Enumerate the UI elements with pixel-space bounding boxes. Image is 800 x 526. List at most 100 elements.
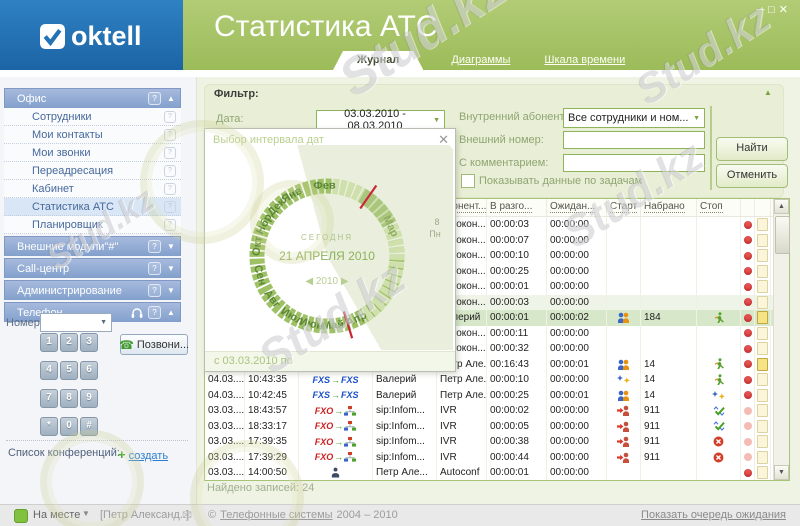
column-header[interactable]: Старт	[607, 199, 641, 216]
mail-icon[interactable]: ✉	[182, 508, 192, 522]
help-icon[interactable]: ?	[148, 92, 161, 105]
column-header[interactable]: Ожидан...	[547, 199, 607, 216]
keypad-button-5[interactable]: 5	[60, 361, 78, 380]
date-ring[interactable]: Янв Фев Мар Апр Май Июн Июл Авг Сен Окт Нбр Дек СЕГО…	[205, 145, 453, 350]
internal-subscriber-combobox[interactable]: Все сотрудники и ном... ▼	[563, 108, 705, 128]
table-row[interactable]: 03.03.... 18:43:57 FXO → sip:Infom... IVR 00:0…	[205, 403, 774, 419]
table-row[interactable]: 04.03.... 10:42:45 FXS → FXS Валерий Петр Але.…	[205, 387, 774, 403]
sidebar-group-офис[interactable]: Офис? ▲	[4, 88, 181, 108]
keypad-button-7[interactable]: 7	[40, 389, 58, 408]
keypad-button-4[interactable]: 4	[40, 361, 58, 380]
help-icon[interactable]: ?	[164, 200, 176, 213]
search-button[interactable]: Найти	[716, 137, 788, 161]
chevron-up-icon[interactable]: ▲	[166, 308, 176, 317]
cell-a2: IVR	[437, 403, 487, 419]
cell-d: 03.03....	[205, 465, 245, 480]
cell-rec	[741, 341, 755, 357]
help-icon[interactable]: ?	[148, 284, 161, 297]
column-header[interactable]	[755, 199, 771, 216]
minimize-button[interactable]: ─	[756, 4, 768, 16]
sidebar-item-планировщик[interactable]: Планировщик?	[4, 216, 181, 234]
cell-num	[641, 465, 697, 480]
keypad-button-8[interactable]: 8	[60, 389, 78, 408]
tab-diagrams[interactable]: Диаграммы	[445, 51, 516, 70]
tab-journal[interactable]: Журнал	[333, 51, 423, 70]
keypad-button-#[interactable]: #	[80, 417, 98, 436]
column-header[interactable]	[741, 199, 755, 216]
cell-talk: 00:00:03	[487, 294, 547, 310]
sidebar-item-мои-контакты[interactable]: Мои контакты?	[4, 126, 181, 144]
column-header[interactable]: В разго...	[487, 199, 547, 216]
keypad-button-9[interactable]: 9	[80, 389, 98, 408]
table-row[interactable]: 03.03.... 17:39:29 FXO → sip:Infom... IVR 00:0…	[205, 449, 774, 465]
presence-status-icon[interactable]	[14, 509, 28, 523]
scrollbar-thumb[interactable]	[775, 216, 790, 254]
keypad-button-1[interactable]: 1	[40, 333, 58, 352]
call-button[interactable]: ☎ Позвони...	[119, 334, 189, 355]
cell-num	[641, 341, 697, 357]
help-icon[interactable]: ?	[148, 262, 161, 275]
help-icon[interactable]: ?	[164, 146, 176, 159]
cell-stop	[697, 387, 741, 403]
window-controls: ─□✕	[756, 3, 792, 16]
help-icon[interactable]: ?	[164, 182, 176, 195]
sidebar-item-статистика-атс[interactable]: Статистика АТС?	[4, 198, 181, 216]
close-button[interactable]: ✕	[779, 4, 792, 16]
comment-input[interactable]	[563, 154, 705, 172]
record-dot-icon	[743, 298, 752, 307]
number-combobox[interactable]: ▼	[40, 313, 112, 332]
keypad-button-*[interactable]: *	[40, 417, 58, 436]
show-queue-link[interactable]: Показать очередь ожидания	[641, 509, 786, 521]
table-row[interactable]: 03.03.... 14:00:50 Петр Але... Autoconf 00:0…	[205, 465, 774, 480]
table-scrollbar[interactable]: ▲ ▼	[773, 199, 790, 480]
people-icon	[617, 359, 630, 370]
record-dot-icon	[743, 220, 752, 229]
maximize-button[interactable]: □	[768, 4, 779, 16]
sidebar-item-переадресация[interactable]: Переадресация?	[4, 162, 181, 180]
external-number-input[interactable]	[563, 131, 705, 149]
chevron-down-icon[interactable]: ▼	[166, 264, 176, 273]
collapse-filter-arrow-icon[interactable]: ▲	[764, 88, 772, 97]
cell-dir: FXS → FXS	[299, 372, 373, 388]
header-brand-area: oktell	[0, 0, 183, 70]
help-icon[interactable]: ?	[164, 128, 176, 141]
keypad-button-3[interactable]: 3	[80, 333, 98, 352]
chevron-down-icon[interactable]: ▼	[166, 242, 176, 251]
help-icon[interactable]: ?	[164, 110, 176, 123]
sidebar-group-внешниемодули[interactable]: Внешние модули"#"? ▼	[4, 236, 181, 256]
cell-num: 14	[641, 356, 697, 372]
cell-a2: Петр Але...	[437, 372, 487, 388]
table-row[interactable]: 03.03.... 17:39:35 FXO → sip:Infom... IVR 00:0…	[205, 434, 774, 450]
tab-timeline[interactable]: Шкала времени	[538, 51, 631, 70]
presence-label[interactable]: На месте	[33, 509, 80, 521]
vendor-link[interactable]: Телефонные системы	[220, 509, 332, 521]
sidebar-item-кабинет[interactable]: Кабинет?	[4, 180, 181, 198]
column-header[interactable]: Стоп	[697, 199, 741, 216]
tasks-checkbox[interactable]	[461, 174, 475, 188]
sidebar-item-label: Мои звонки	[32, 146, 91, 159]
create-conference-link[interactable]: + создать	[118, 447, 168, 462]
help-icon[interactable]: ?	[148, 306, 161, 319]
sidebar-item-мои-звонки[interactable]: Мои звонки?	[4, 144, 181, 162]
chevron-up-icon[interactable]: ▲	[166, 94, 176, 103]
help-icon[interactable]: ?	[164, 164, 176, 177]
sidebar-item-сотрудники[interactable]: Сотрудники?	[4, 108, 181, 126]
help-icon[interactable]: ?	[164, 218, 176, 231]
chevron-down-icon[interactable]: ▼	[82, 509, 90, 518]
keypad-button-2[interactable]: 2	[60, 333, 78, 352]
table-row[interactable]: 03.03.... 18:33:17 FXO → sip:Infom... IVR 00:0…	[205, 418, 774, 434]
chevron-down-icon[interactable]: ▼	[166, 286, 176, 295]
column-header[interactable]: Набрано	[641, 199, 697, 216]
cancel-button[interactable]: Отменить	[716, 164, 788, 188]
keypad-button-0[interactable]: 0	[60, 417, 78, 436]
cell-num	[641, 232, 697, 248]
help-icon[interactable]: ?	[148, 240, 161, 253]
table-row[interactable]: 04.03.... 10:43:35 FXS → FXS Валерий Петр Але.…	[205, 372, 774, 388]
cell-rec	[741, 294, 755, 310]
scroll-down-icon[interactable]: ▼	[774, 465, 789, 480]
date-range-combobox[interactable]: 03.03.2010 - 08.03.2010 ▼	[316, 108, 445, 132]
keypad-button-6[interactable]: 6	[80, 361, 98, 380]
scroll-up-icon[interactable]: ▲	[774, 199, 789, 214]
sidebar-group-callцентр[interactable]: Call-центр? ▼	[4, 258, 181, 278]
sidebar-group-администрирование[interactable]: Администрирование? ▼	[4, 280, 181, 300]
